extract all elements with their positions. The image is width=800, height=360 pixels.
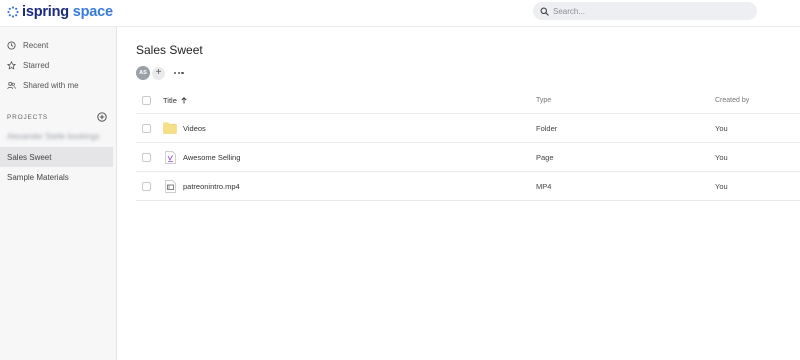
ispring-space-logo[interactable]: ispring space — [7, 3, 113, 21]
table-row[interactable]: Awesome Selling Page You — [136, 143, 800, 172]
clock-icon — [7, 40, 16, 50]
search-input[interactable] — [553, 6, 743, 16]
row-type: Page — [536, 152, 554, 162]
sidebar-item-label: Shared with me — [23, 80, 79, 90]
column-header-title[interactable]: Title — [163, 88, 187, 113]
add-project-icon[interactable] — [97, 112, 107, 122]
sidebar-project-sales-sweet[interactable]: Sales Sweet — [0, 147, 113, 167]
row-type: Folder — [536, 123, 558, 133]
column-header-type[interactable]: Type — [536, 88, 551, 113]
row-title: Videos — [183, 123, 206, 133]
avatar[interactable]: AS — [136, 66, 150, 80]
video-file-icon — [163, 179, 177, 193]
projects-heading: PROJECTS — [7, 113, 49, 121]
sidebar: Recent Starred Shared with me PROJECTS A… — [0, 27, 117, 360]
row-title-cell[interactable]: patreonintro.mp4 — [163, 172, 240, 200]
ispring-logo-icon — [7, 6, 19, 18]
main-content: Sales Sweet AS + Title Type Created by V… — [117, 27, 800, 360]
search-icon — [540, 7, 549, 16]
star-icon — [7, 60, 16, 69]
logo-text: ispring space — [22, 4, 113, 20]
logo-text-space: space — [72, 4, 113, 20]
more-options-icon[interactable] — [174, 71, 184, 75]
row-title: Awesome Selling — [183, 152, 241, 162]
select-all-checkbox[interactable] — [142, 96, 151, 105]
project-label: Alexander Stelle bookings — [7, 131, 100, 141]
row-created-by: You — [715, 181, 728, 191]
logo-text-ispring: ispring — [22, 4, 69, 20]
sidebar-project-sample-materials[interactable]: Sample Materials — [0, 167, 113, 187]
row-checkbox[interactable] — [142, 152, 151, 162]
page-icon — [163, 150, 177, 164]
column-header-created-by[interactable]: Created by — [715, 88, 749, 113]
sidebar-item-label: Starred — [23, 60, 50, 70]
sort-arrow-up-icon — [181, 97, 187, 104]
row-created-by: You — [715, 123, 728, 133]
row-title-cell[interactable]: Videos — [163, 114, 206, 142]
page-title: Sales Sweet — [136, 43, 203, 57]
column-title-label: Title — [163, 96, 177, 105]
sidebar-item-label: Recent — [23, 40, 49, 50]
search-box[interactable] — [533, 2, 757, 20]
sidebar-item-shared[interactable]: Shared with me — [0, 75, 116, 95]
row-checkbox[interactable] — [142, 181, 151, 191]
table-row[interactable]: patreonintro.mp4 MP4 You — [136, 172, 800, 201]
row-title-cell[interactable]: Awesome Selling — [163, 143, 240, 171]
table-header-row: Title Type Created by — [136, 88, 800, 114]
sidebar-item-recent[interactable]: Recent — [0, 35, 116, 55]
row-checkbox[interactable] — [142, 123, 151, 133]
row-title: patreonintro.mp4 — [183, 181, 240, 191]
project-label: Sales Sweet — [7, 152, 52, 162]
row-created-by: You — [715, 152, 728, 162]
add-member-button[interactable]: + — [152, 66, 165, 80]
table-row[interactable]: Videos Folder You — [136, 114, 800, 143]
projects-section-header: PROJECTS — [7, 112, 107, 122]
folder-icon — [163, 121, 177, 135]
row-type: MP4 — [536, 181, 552, 191]
content-table: Title Type Created by Videos Folder You … — [136, 88, 800, 201]
top-bar: ispring space — [0, 0, 800, 27]
members-row: AS + — [136, 66, 184, 80]
sidebar-item-starred[interactable]: Starred — [0, 55, 116, 75]
people-icon — [7, 81, 16, 89]
sidebar-project-blurred[interactable]: Alexander Stelle bookings — [0, 126, 113, 146]
project-label: Sample Materials — [7, 172, 69, 182]
